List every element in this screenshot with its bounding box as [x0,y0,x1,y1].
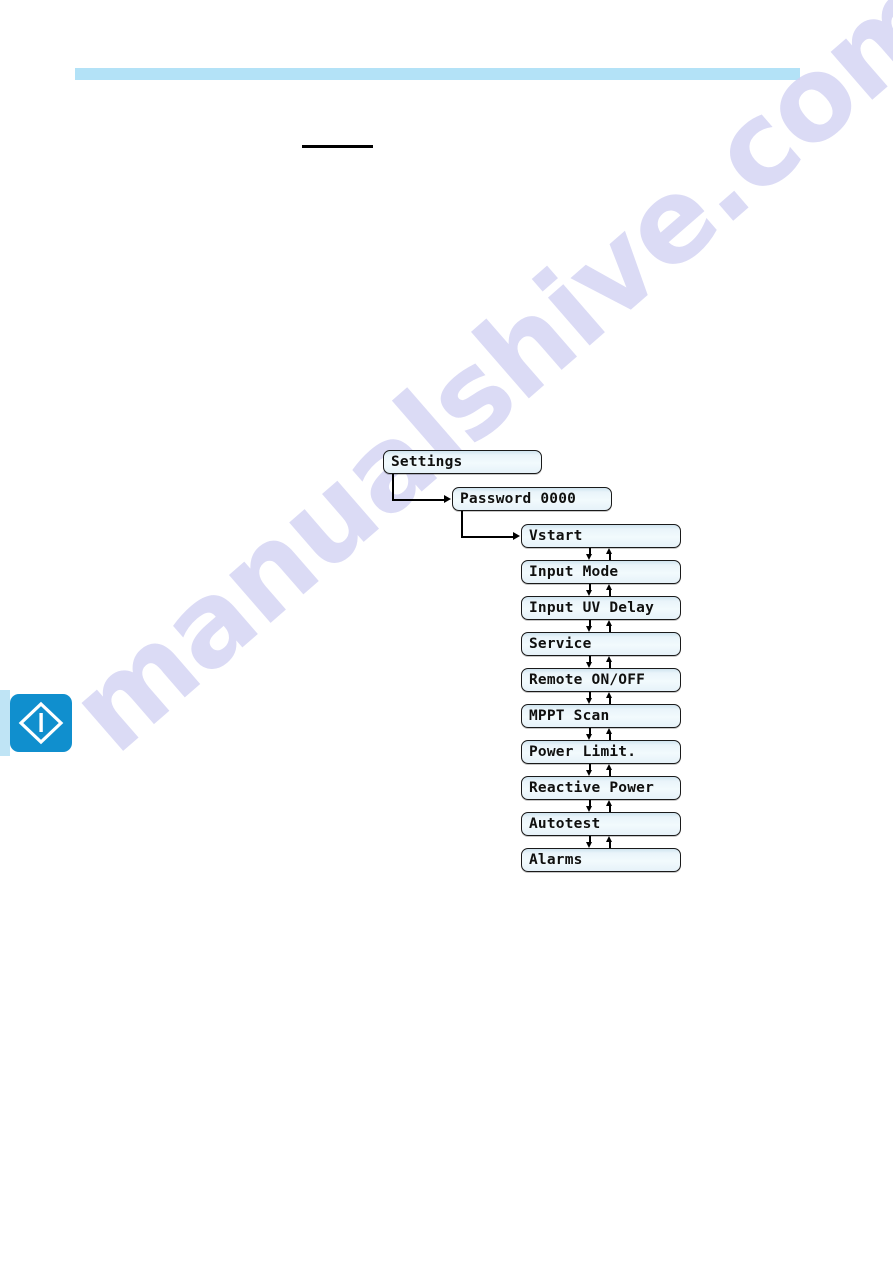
menu-item-label: Remote ON/OFF [529,671,646,688]
connector-settings-to-password-h [392,499,445,501]
menu-item-label: Input UV Delay [529,599,655,616]
connector-up-line [609,661,611,668]
menu-node-input-mode[interactable]: Input Mode [521,560,681,584]
arrowhead-up [606,548,613,554]
arrowhead-to-password [444,495,451,503]
menu-item-label: Service [529,635,592,652]
connector-password-to-submenu-v [461,511,463,536]
connector-up-line [609,697,611,704]
arrowhead-up [606,800,613,806]
arrowhead-up [606,584,613,590]
menu-node-reactive-power[interactable]: Reactive Power [521,776,681,800]
arrowhead-up [606,764,613,770]
menu-item-label: Alarms [529,851,583,868]
arrowhead-up [606,620,613,626]
menu-item-label: Password 0000 [460,490,577,507]
menu-node-service[interactable]: Service [521,632,681,656]
connector-password-to-submenu-h [461,536,514,538]
connector-up-line [609,841,611,848]
menu-node-input-uv-delay[interactable]: Input UV Delay [521,596,681,620]
connector-up-line [609,805,611,812]
menu-node-root[interactable]: Settings [383,450,542,474]
arrowhead-to-submenu [513,532,520,540]
connector-up-line [609,589,611,596]
settings-menu-tree-diagram: Settings Password 0000 Vstart Input Mode Inp… [0,0,893,1263]
menu-item-label: Settings [391,453,463,470]
arrowhead-up [606,692,613,698]
connector-up-line [609,733,611,740]
menu-item-label: MPPT Scan [529,707,610,724]
menu-item-label: Input Mode [529,563,619,580]
connector-up-line [609,553,611,560]
connector-settings-to-password-v [392,474,394,499]
document-page: manualshive.com Settings Password 0000 Vst… [0,0,893,1263]
menu-item-label: Reactive Power [529,779,655,796]
menu-node-alarms[interactable]: Alarms [521,848,681,872]
connector-up-line [609,625,611,632]
arrowhead-up [606,728,613,734]
menu-node-remote-on-off[interactable]: Remote ON/OFF [521,668,681,692]
menu-item-label: Power Limit. [529,743,637,760]
menu-node-vstart[interactable]: Vstart [521,524,681,548]
menu-node-password[interactable]: Password 0000 [452,487,612,511]
menu-node-autotest[interactable]: Autotest [521,812,681,836]
menu-item-label: Autotest [529,815,601,832]
menu-node-power-limit[interactable]: Power Limit. [521,740,681,764]
arrowhead-up [606,656,613,662]
arrowhead-up [606,836,613,842]
menu-item-label: Vstart [529,527,583,544]
connector-up-line [609,769,611,776]
menu-node-mppt-scan[interactable]: MPPT Scan [521,704,681,728]
